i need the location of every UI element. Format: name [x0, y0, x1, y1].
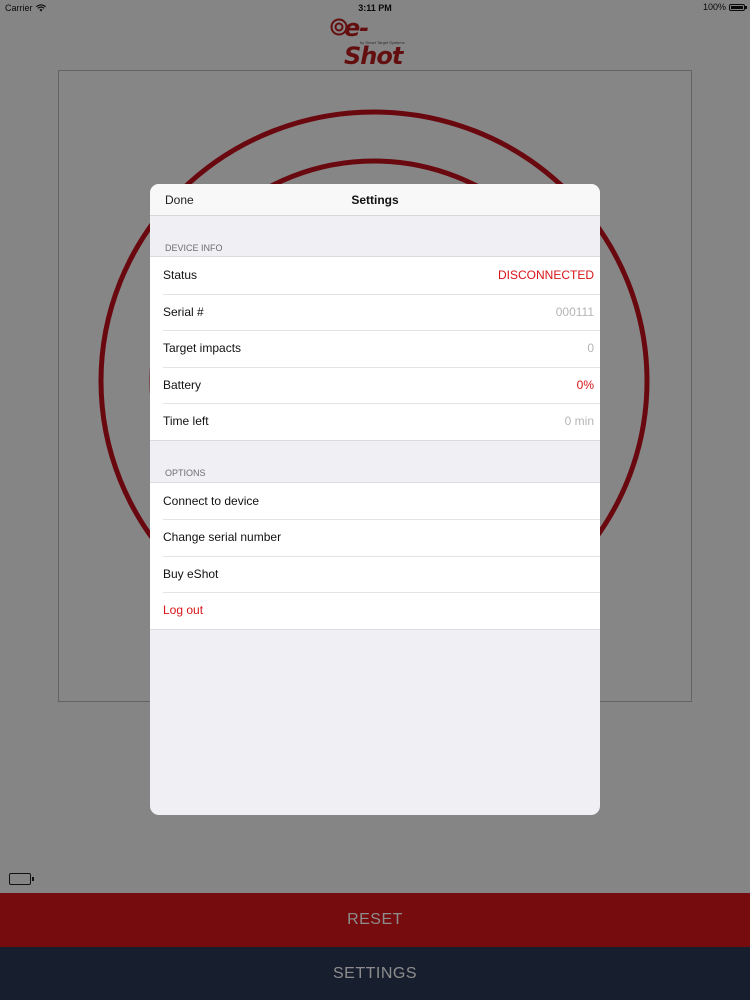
modal-nav-bar: Done Settings — [150, 184, 600, 216]
row-target-impacts: Target impacts 0 — [150, 330, 600, 367]
row-serial: Serial # 000111 — [150, 293, 600, 331]
battery-value: 0% — [576, 377, 594, 392]
row-label: Time left — [163, 414, 209, 429]
connect-to-device-button[interactable]: Connect to device — [150, 483, 600, 520]
log-out-button[interactable]: Log out — [150, 592, 600, 629]
row-label: Serial # — [163, 304, 204, 319]
row-status: Status DISCONNECTED — [150, 257, 600, 294]
option-label: Connect to device — [163, 493, 260, 508]
option-label: Log out — [163, 603, 204, 618]
change-serial-number-button[interactable]: Change serial number — [150, 519, 600, 556]
target-impacts-value: 0 — [587, 341, 594, 356]
row-label: Status — [163, 268, 198, 283]
time-left-value: 0 min — [564, 414, 594, 429]
row-label: Battery — [163, 377, 202, 392]
settings-modal: Done Settings DEVICE INFO Status DISCONN… — [150, 184, 600, 815]
section-header-options: OPTIONS — [165, 467, 206, 478]
device-info-group: Status DISCONNECTED Serial # 000111 Targ… — [150, 256, 600, 441]
status-value: DISCONNECTED — [497, 268, 594, 283]
serial-value: 000111 — [555, 304, 594, 319]
modal-title: Settings — [351, 193, 399, 207]
row-time-left: Time left 0 min — [150, 403, 600, 440]
buy-eshot-button[interactable]: Buy eShot — [150, 555, 600, 593]
option-label: Change serial number — [163, 530, 282, 545]
row-label: Target impacts — [163, 341, 242, 356]
row-battery: Battery 0% — [150, 366, 600, 404]
section-header-device-info: DEVICE INFO — [165, 243, 223, 253]
options-group: Connect to device Change serial number B… — [150, 481, 600, 630]
option-label: Buy eShot — [163, 566, 219, 581]
